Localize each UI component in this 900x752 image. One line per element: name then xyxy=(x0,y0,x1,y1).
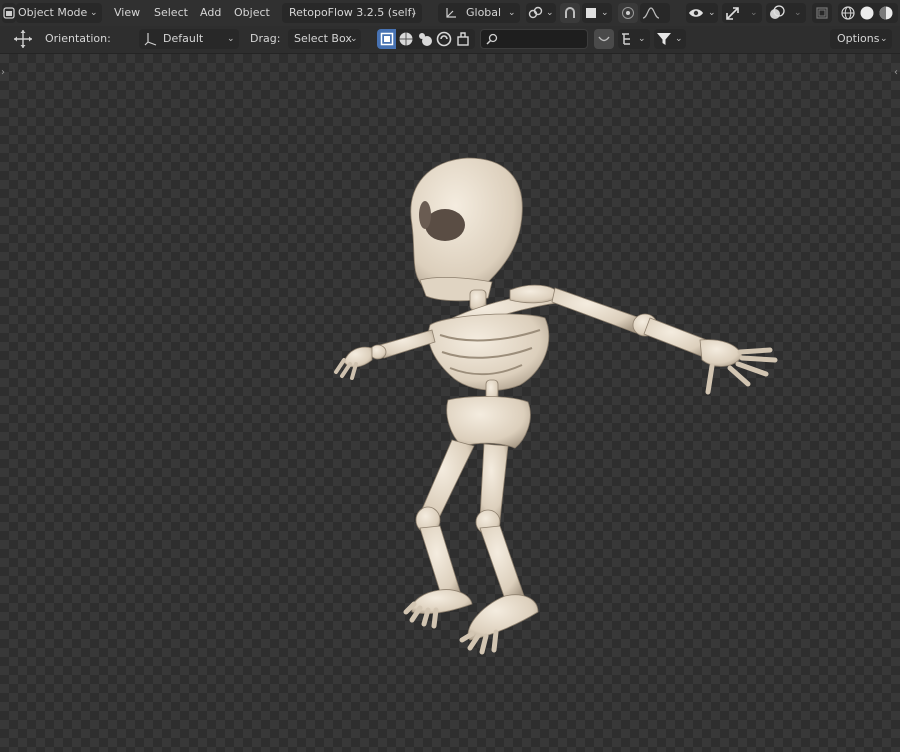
magnet-icon xyxy=(565,7,575,18)
tool-settings-bar: Orientation: Default ⌄ Drag: Select Box … xyxy=(0,26,900,54)
select-intersect-icon[interactable] xyxy=(455,31,471,47)
hierarchy-dropdown[interactable]: ⌄ xyxy=(618,29,650,49)
mode-dropdown[interactable]: Object Mode ⌄ xyxy=(16,3,102,23)
xray-icon xyxy=(816,7,828,19)
select-invert-icon[interactable] xyxy=(436,31,452,47)
menu-select[interactable]: Select xyxy=(154,3,188,23)
menu-view[interactable]: View xyxy=(114,3,140,23)
overlay-dropdown[interactable]: ⌄ xyxy=(766,3,806,23)
chevron-down-icon: ⌄ xyxy=(638,34,646,44)
gizmo-icon xyxy=(726,7,739,20)
curve-icon xyxy=(598,36,610,42)
proportional-falloff-dropdown[interactable] xyxy=(640,3,670,23)
select-new-icon xyxy=(380,32,394,46)
hierarchy-icon xyxy=(622,33,630,45)
visibility-eye-icon xyxy=(689,9,703,17)
chevron-down-icon: ⌄ xyxy=(508,8,516,18)
select-mode-group xyxy=(377,29,475,49)
drag-label: Drag: xyxy=(250,32,281,45)
skeleton-model xyxy=(334,157,778,655)
orientation-label: Orientation: xyxy=(45,32,111,45)
search-icon xyxy=(486,33,498,45)
chevron-down-icon: ⌄ xyxy=(90,8,98,18)
options-dropdown[interactable]: Options ⌄ xyxy=(830,29,892,49)
chevron-down-icon: ⌄ xyxy=(794,8,802,18)
menu-object[interactable]: Object xyxy=(234,3,270,23)
chevron-down-icon: ⌄ xyxy=(227,34,235,44)
select-subtract-icon[interactable] xyxy=(417,31,433,47)
chevron-down-icon: ⌄ xyxy=(546,8,554,18)
filter-dropdown[interactable]: ⌄ xyxy=(654,29,686,49)
snap-target-dropdown[interactable]: ⌄ xyxy=(582,3,612,23)
wireframe-shading-icon[interactable] xyxy=(840,5,856,21)
options-label: Options xyxy=(837,32,880,45)
retopoflow-label: RetopoFlow 3.2.5 (self) xyxy=(289,6,416,19)
orientation-axes-icon xyxy=(144,33,157,46)
chevron-down-icon: ⌄ xyxy=(675,34,683,44)
snap-toggle[interactable] xyxy=(560,3,580,23)
select-set-button[interactable] xyxy=(377,29,396,49)
transform-orientation-dropdown[interactable]: Global ⌄ xyxy=(438,3,520,23)
visibility-dropdown[interactable]: ⌄ xyxy=(686,3,718,23)
menu-add[interactable]: Add xyxy=(200,3,221,23)
pelvis xyxy=(446,396,531,449)
snap-square-icon xyxy=(586,8,596,18)
filter-icon xyxy=(657,33,671,45)
mode-label: Object Mode xyxy=(18,6,88,19)
link-snap-icon xyxy=(528,6,543,19)
shading-mode-group xyxy=(838,3,898,23)
move-gizmo-icon[interactable] xyxy=(13,29,33,49)
ribcage xyxy=(428,313,550,391)
material-shading-icon[interactable] xyxy=(878,5,894,21)
orientation-value: Default xyxy=(163,32,204,45)
transform-orientation-label: Global xyxy=(466,6,502,19)
drag-dropdown[interactable]: Select Box ⌄ xyxy=(288,29,361,49)
pivot-point-dropdown[interactable]: ⌄ xyxy=(526,3,556,23)
falloff-curve-icon xyxy=(642,7,660,19)
gizmo-dropdown[interactable]: ⌄ xyxy=(722,3,762,23)
chevron-down-icon: ⌄ xyxy=(750,8,758,18)
solid-shading-icon[interactable] xyxy=(859,5,875,21)
viewport-header: Object Mode ⌄ View Select Add Object Ret… xyxy=(0,0,900,27)
drag-value: Select Box xyxy=(294,32,352,45)
chevron-down-icon: ⌄ xyxy=(880,34,888,44)
chevron-down-icon: ⌄ xyxy=(708,8,716,18)
chevron-down-icon: ⌄ xyxy=(601,8,609,18)
proportional-edit-toggle[interactable] xyxy=(618,3,638,23)
search-field[interactable] xyxy=(480,29,588,49)
proportional-edit-icon xyxy=(622,7,634,19)
chevron-down-icon: ⌄ xyxy=(410,8,418,18)
chevron-down-icon: ⌄ xyxy=(350,34,358,44)
xray-toggle[interactable] xyxy=(812,3,832,23)
editor-type-button[interactable] xyxy=(2,3,16,23)
orientation-axes-icon xyxy=(446,8,456,18)
overlay-icon xyxy=(770,5,785,19)
retopoflow-menu[interactable]: RetopoFlow 3.2.5 (self) ⌄ xyxy=(282,3,422,23)
orientation-dropdown[interactable]: Default ⌄ xyxy=(139,29,239,49)
3d-viewport[interactable]: › ‹ xyxy=(0,54,900,752)
blender-editor-icon xyxy=(3,7,15,19)
select-extend-icon[interactable] xyxy=(398,31,414,47)
curve-toggle[interactable] xyxy=(594,29,614,49)
